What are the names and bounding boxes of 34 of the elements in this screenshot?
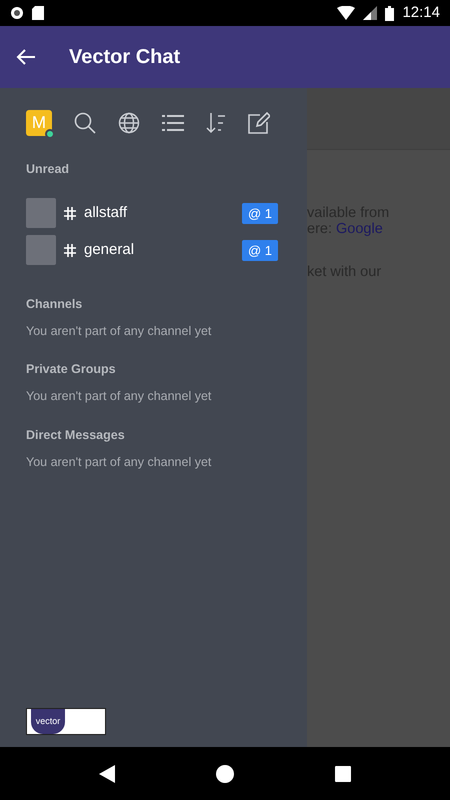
mention-badge: @ 1 xyxy=(242,240,278,261)
back-nav-icon[interactable] xyxy=(98,764,115,782)
sd-card-icon xyxy=(32,6,44,20)
hash-icon xyxy=(64,244,76,257)
section-title: Channels xyxy=(26,296,84,313)
clock: 12:14 xyxy=(402,2,440,23)
empty-message: You aren't part of any channel yet xyxy=(26,322,212,340)
back-arrow-icon[interactable] xyxy=(16,49,36,65)
list-icon[interactable] xyxy=(162,114,184,132)
logo-wordmark: vector xyxy=(31,709,65,734)
battery-icon xyxy=(385,6,394,20)
empty-message: You aren't part of any channel yet xyxy=(26,454,212,471)
app-title: Vector Chat xyxy=(69,45,180,70)
recents-icon[interactable] xyxy=(335,766,352,782)
section-title: Unread xyxy=(26,161,70,178)
wifi-icon xyxy=(337,6,356,20)
sort-icon[interactable] xyxy=(206,112,226,134)
home-icon[interactable] xyxy=(216,764,234,782)
room-avatar xyxy=(26,198,56,228)
room-name: general xyxy=(84,240,134,260)
record-icon xyxy=(10,6,24,20)
signal-icon xyxy=(363,6,378,20)
room-item[interactable]: allstaff @ 1 xyxy=(26,194,307,232)
room-name: allstaff xyxy=(84,203,128,223)
empty-message: You aren't part of any channel yet xyxy=(26,388,212,405)
section-title: Private Groups xyxy=(26,361,117,378)
edit-icon[interactable] xyxy=(248,112,270,134)
section-title: Direct Messages xyxy=(26,426,126,444)
room-item[interactable]: general @ 1 xyxy=(26,232,307,269)
mention-badge: @ 1 xyxy=(242,202,278,224)
hash-icon xyxy=(64,206,76,220)
room-avatar xyxy=(26,235,56,266)
search-icon[interactable] xyxy=(74,112,96,134)
globe-icon[interactable] xyxy=(118,112,140,134)
